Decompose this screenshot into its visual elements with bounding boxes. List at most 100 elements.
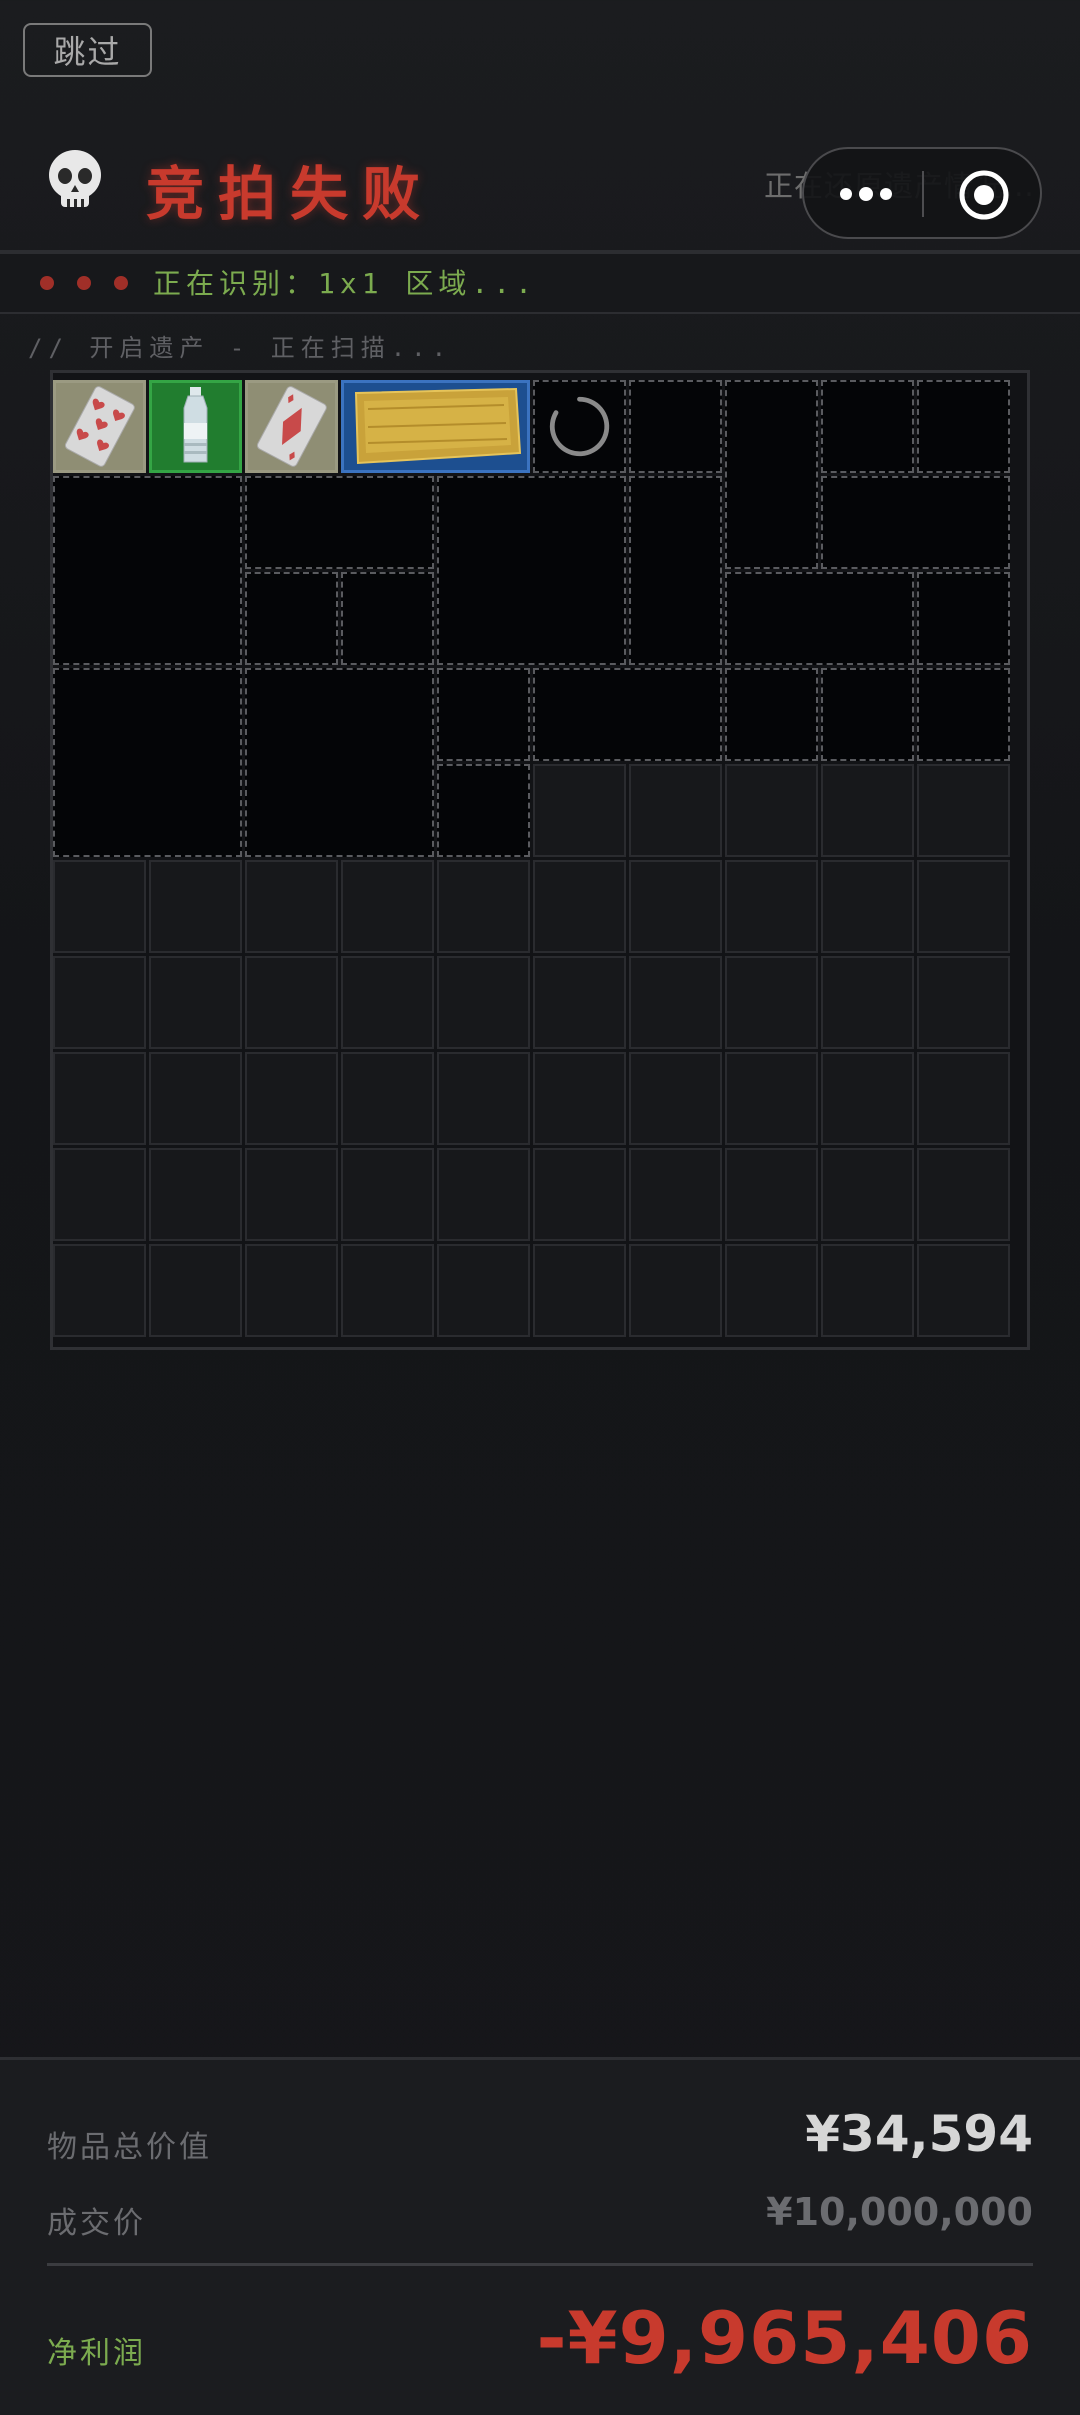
grid-cell — [917, 764, 1010, 857]
unrevealed-slot — [53, 476, 242, 665]
grid-cell — [533, 1052, 626, 1145]
total-value: ¥34,594 — [805, 2105, 1033, 2163]
grid-cell — [53, 860, 146, 953]
grid-cell — [821, 860, 914, 953]
deal-price-label: 成交价 — [47, 2206, 146, 2241]
grid-cell — [917, 1244, 1010, 1337]
item-water-bottle[interactable] — [149, 380, 242, 473]
grid-cell — [821, 956, 914, 1049]
grid-cell — [149, 1052, 242, 1145]
grid-cell — [437, 1052, 530, 1145]
item-gold-bar[interactable] — [341, 380, 530, 473]
grid-cell — [725, 764, 818, 857]
unrevealed-slot — [245, 572, 338, 665]
grid-cell — [821, 764, 914, 857]
miniprogram-capsule[interactable] — [802, 147, 1042, 239]
grid-cell — [629, 1148, 722, 1241]
identify-status-text: 正在识别：1x1 区域... — [153, 267, 538, 300]
grid-cell — [53, 956, 146, 1049]
grid-cell — [437, 956, 530, 1049]
grid-cell — [245, 1148, 338, 1241]
grid-cell — [437, 860, 530, 953]
grid-cell — [341, 956, 434, 1049]
unrevealed-slot — [629, 380, 722, 473]
unrevealed-slot — [917, 668, 1010, 761]
grid-cell — [629, 860, 722, 953]
grid-cell — [533, 1244, 626, 1337]
grid-cell — [821, 1244, 914, 1337]
unrevealed-slot — [917, 380, 1010, 473]
unrevealed-slot — [821, 668, 914, 761]
grid-cell — [149, 1244, 242, 1337]
grid-cell — [917, 1148, 1010, 1241]
close-target-icon[interactable] — [958, 169, 1010, 221]
identify-status-bar: 正在识别：1x1 区域... — [0, 254, 1080, 314]
unrevealed-slot — [437, 668, 530, 761]
more-icon[interactable] — [836, 179, 896, 209]
grid-cell — [821, 1052, 914, 1145]
grid-cell — [533, 1148, 626, 1241]
settlement-summary: 物品总价值 ¥34,594 成交价 ¥10,000,000 净利润 -¥9,96… — [0, 2057, 1080, 2415]
grid-cell — [245, 956, 338, 1049]
capsule-divider — [922, 171, 924, 217]
status-dot — [77, 276, 91, 290]
grid-cell — [725, 1148, 818, 1241]
grid-cell — [725, 1244, 818, 1337]
water-bottle-icon — [152, 383, 239, 470]
summary-divider — [47, 2263, 1033, 2266]
grid-cell — [149, 1148, 242, 1241]
unrevealed-slot — [917, 572, 1010, 665]
grid-cell — [725, 1052, 818, 1145]
grid-cell — [821, 1148, 914, 1241]
grid-cell — [533, 860, 626, 953]
item-playing-card-hearts[interactable] — [53, 380, 146, 473]
grid-cell — [437, 1148, 530, 1241]
gold-bar-icon — [344, 383, 527, 470]
grid-cell — [53, 1244, 146, 1337]
grid-cell — [437, 1244, 530, 1337]
playing-card-icon — [56, 383, 143, 470]
grid-cell — [629, 1052, 722, 1145]
grid-cell — [725, 956, 818, 1049]
grid-cell — [917, 1052, 1010, 1145]
grid-cell — [341, 860, 434, 953]
net-profit: -¥9,965,406 — [536, 2296, 1033, 2380]
grid-cell — [245, 1244, 338, 1337]
unrevealed-slot — [341, 572, 434, 665]
scan-status-text: // 开启遗产 - 正在扫描... — [28, 334, 453, 362]
item-playing-card-diamonds[interactable] — [245, 380, 338, 473]
grid-cell — [629, 1244, 722, 1337]
unrevealed-slot — [437, 764, 530, 857]
unrevealed-slot — [245, 668, 434, 857]
unrevealed-slot — [629, 476, 722, 665]
status-dot — [114, 276, 128, 290]
loading-spinner-icon — [549, 396, 610, 457]
unrevealed-slot — [821, 476, 1010, 569]
grid-cell — [533, 956, 626, 1049]
unrevealed-slot — [437, 476, 626, 665]
playing-card-icon — [248, 383, 335, 470]
grid-cell — [629, 956, 722, 1049]
result-header: 竞拍失败 正在还原遗产情况... — [0, 125, 1080, 254]
grid-cell — [149, 860, 242, 953]
grid-cell — [917, 860, 1010, 953]
grid-cell — [149, 956, 242, 1049]
total-value-label: 物品总价值 — [47, 2130, 212, 2165]
skip-button[interactable]: 跳过 — [23, 23, 152, 77]
unrevealed-slot — [821, 380, 914, 473]
unrevealed-slot — [725, 380, 818, 569]
grid-cell — [341, 1244, 434, 1337]
grid-cell — [533, 764, 626, 857]
grid-cell — [53, 1148, 146, 1241]
skull-icon — [49, 150, 101, 207]
status-dot — [40, 276, 54, 290]
grid-cell — [245, 1052, 338, 1145]
net-profit-label: 净利润 — [47, 2336, 146, 2371]
grid-cell — [341, 1148, 434, 1241]
deal-price: ¥10,000,000 — [766, 2190, 1033, 2234]
unrevealed-slot — [245, 476, 434, 569]
auction-failed-title: 竞拍失败 — [146, 160, 435, 228]
inventory-grid — [50, 370, 1030, 1350]
grid-cell — [53, 1052, 146, 1145]
identifying-slot — [533, 380, 626, 473]
